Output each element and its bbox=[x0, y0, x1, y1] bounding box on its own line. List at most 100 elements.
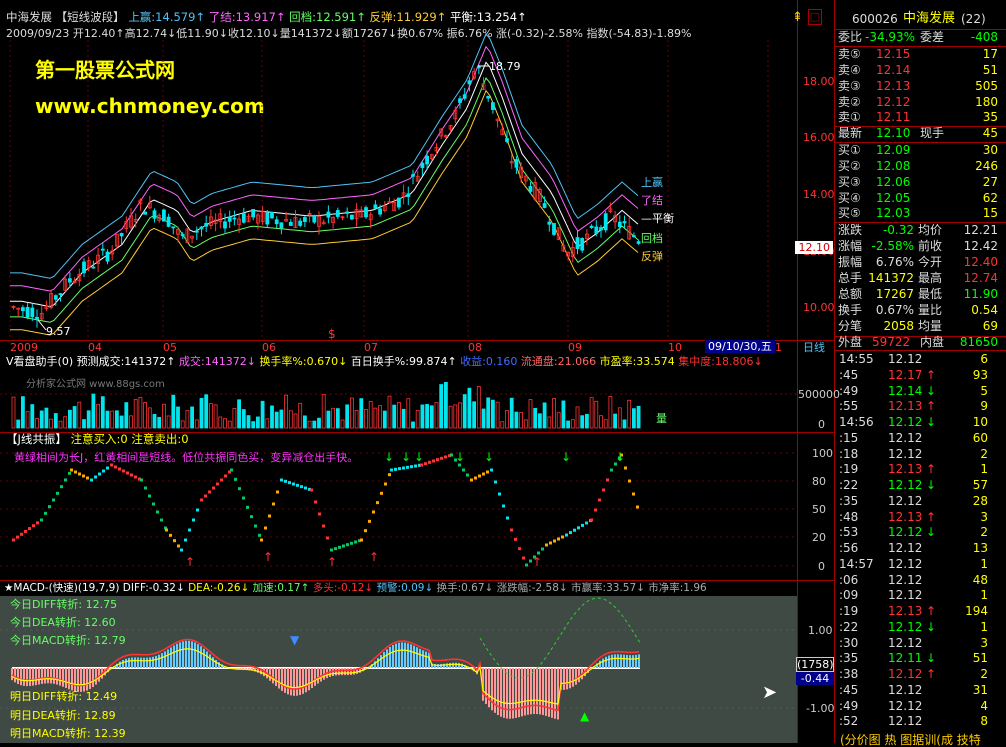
sell-price[interactable]: 12.11 bbox=[876, 111, 910, 124]
xianshou-label: 现手 bbox=[920, 126, 945, 140]
sell-volume: 17 bbox=[982, 47, 998, 61]
sell-price[interactable]: 12.13 bbox=[876, 80, 910, 93]
buy-price[interactable]: 12.05 bbox=[876, 192, 910, 205]
sell-price[interactable]: 12.15 bbox=[876, 48, 910, 61]
stat-value: 2058 bbox=[883, 319, 914, 333]
stock-count: (22) bbox=[961, 12, 986, 26]
tick-price: 12.12 bbox=[888, 430, 923, 445]
stat-label: 今开 bbox=[918, 255, 943, 269]
down-arrow-icon: ↓ bbox=[926, 619, 937, 634]
price-tick: 16.00 bbox=[803, 131, 835, 144]
tick-volume: 5 bbox=[980, 383, 988, 398]
buy-label: 买② bbox=[838, 159, 861, 173]
tick-volume: 1 bbox=[980, 588, 988, 603]
tick-price: 12.12 bbox=[888, 446, 923, 461]
buy-label: 买① bbox=[838, 143, 861, 157]
tick-time: :56 bbox=[839, 541, 859, 555]
macd-chart: ▼▲ bbox=[0, 597, 797, 723]
sell-label: 卖⑤ bbox=[838, 47, 861, 61]
buy-price[interactable]: 12.03 bbox=[876, 207, 910, 220]
sell-price[interactable]: 12.12 bbox=[876, 96, 910, 109]
macd-box2: -0.44 bbox=[796, 672, 834, 685]
stat-value: 141372 bbox=[868, 271, 914, 285]
stat-label: 涨幅 bbox=[838, 239, 863, 253]
tick-time: :22 bbox=[839, 478, 859, 492]
tick-time: :49 bbox=[839, 698, 859, 713]
macd-y-top: 1.00 bbox=[808, 624, 833, 637]
tick-time: :52 bbox=[839, 714, 859, 729]
tick-time: :18 bbox=[839, 446, 859, 461]
buy-price[interactable]: 12.08 bbox=[876, 160, 910, 173]
down-arrow-icon: ↓ bbox=[926, 383, 937, 398]
up-arrow-icon: ↑ bbox=[926, 604, 937, 618]
j-tick: 50 bbox=[812, 503, 826, 516]
stock-title: 中海发展 bbox=[903, 11, 956, 26]
macd-y-bottom: -1.00 bbox=[806, 702, 835, 715]
vol-y-tick: 500000 bbox=[798, 388, 840, 401]
tick-volume: 93 bbox=[972, 367, 988, 382]
tick-price: 12.12 bbox=[888, 588, 923, 603]
up-arrow-icon: ↑ bbox=[926, 367, 937, 382]
tick-volume: 2 bbox=[980, 525, 988, 540]
sell-label: 卖③ bbox=[838, 79, 861, 93]
tick-volume: 57 bbox=[972, 478, 988, 492]
up-arrow-icon: ↑ bbox=[926, 462, 937, 477]
sell-label: 卖④ bbox=[838, 63, 861, 77]
stat-value: 12.40 bbox=[963, 255, 998, 269]
tick-price: 12.12 bbox=[888, 352, 923, 366]
tick-time: :35 bbox=[839, 493, 859, 508]
sell-label: 卖① bbox=[838, 110, 861, 124]
buy-price[interactable]: 12.09 bbox=[876, 144, 910, 157]
stat-label: 分笔 bbox=[838, 319, 863, 333]
neipan-label: 内盘 bbox=[920, 335, 945, 349]
weicha-label: 委差 bbox=[920, 30, 945, 44]
tick-volume: 9 bbox=[980, 399, 988, 414]
tick-volume: 2 bbox=[980, 446, 988, 461]
up-arrow-icon: ↑ bbox=[926, 667, 937, 681]
tick-volume: 51 bbox=[972, 651, 988, 666]
stat-label: 均量 bbox=[918, 319, 943, 333]
sell-price[interactable]: 12.14 bbox=[876, 64, 910, 77]
last-price: 12.10 bbox=[876, 126, 911, 140]
tick-volume: 2 bbox=[980, 667, 988, 681]
tick-time: :30 bbox=[839, 635, 859, 650]
tick-time: 14:57 bbox=[839, 556, 874, 571]
buy-price[interactable]: 12.06 bbox=[876, 176, 910, 189]
tick-volume: 10 bbox=[972, 415, 988, 429]
stat-label: 总手 bbox=[838, 271, 863, 285]
macd-marker-icon: ▼ bbox=[290, 633, 300, 647]
webi-value: -34.93% bbox=[865, 30, 916, 44]
tick-time: :15 bbox=[839, 430, 859, 445]
price-tick: 14.00 bbox=[803, 188, 835, 201]
macd-box1: (1758) bbox=[796, 657, 834, 672]
tick-time: :19 bbox=[839, 462, 859, 477]
stat-label: 振幅 bbox=[838, 255, 863, 269]
today-diff: 今日DIFF转折: 12.75 bbox=[10, 598, 118, 611]
tick-volume: 194 bbox=[965, 604, 988, 618]
buy-volume: 62 bbox=[982, 191, 998, 205]
tick-time: :09 bbox=[839, 588, 859, 603]
tomorrow-diff: 明日DIFF转折: 12.49 bbox=[10, 690, 118, 703]
price-tag: 12.10 bbox=[795, 241, 833, 254]
j-tick: 20 bbox=[812, 531, 826, 544]
tomorrow-macd: 明日MACD转折: 12.39 bbox=[10, 727, 126, 740]
tick-price: 12.12 bbox=[888, 682, 923, 697]
stat-value: 0.67% bbox=[875, 303, 914, 317]
tick-volume: 1 bbox=[980, 619, 988, 634]
restore-button[interactable]: ▢ bbox=[808, 9, 822, 25]
buy-label: 买⑤ bbox=[838, 206, 861, 220]
down-arrow-icon: ↓ bbox=[926, 478, 937, 492]
price-tick: 18.00 bbox=[803, 75, 835, 88]
tick-price: 12.13 bbox=[888, 399, 923, 414]
today-macd: 今日MACD转折: 12.79 bbox=[10, 634, 126, 647]
buy-label: 买④ bbox=[838, 191, 861, 205]
xianshou-value: 45 bbox=[982, 126, 998, 140]
stat-label: 涨跌 bbox=[838, 223, 863, 237]
last-label: 最新 bbox=[838, 126, 863, 140]
period-label[interactable]: 日线 bbox=[803, 341, 825, 354]
stat-value: 0.54 bbox=[971, 303, 998, 317]
tick-price: 12.12 bbox=[888, 541, 923, 555]
tick-volume: 1 bbox=[980, 462, 988, 477]
neipan-value: 81650 bbox=[959, 335, 998, 349]
sell-volume: 35 bbox=[982, 110, 998, 124]
